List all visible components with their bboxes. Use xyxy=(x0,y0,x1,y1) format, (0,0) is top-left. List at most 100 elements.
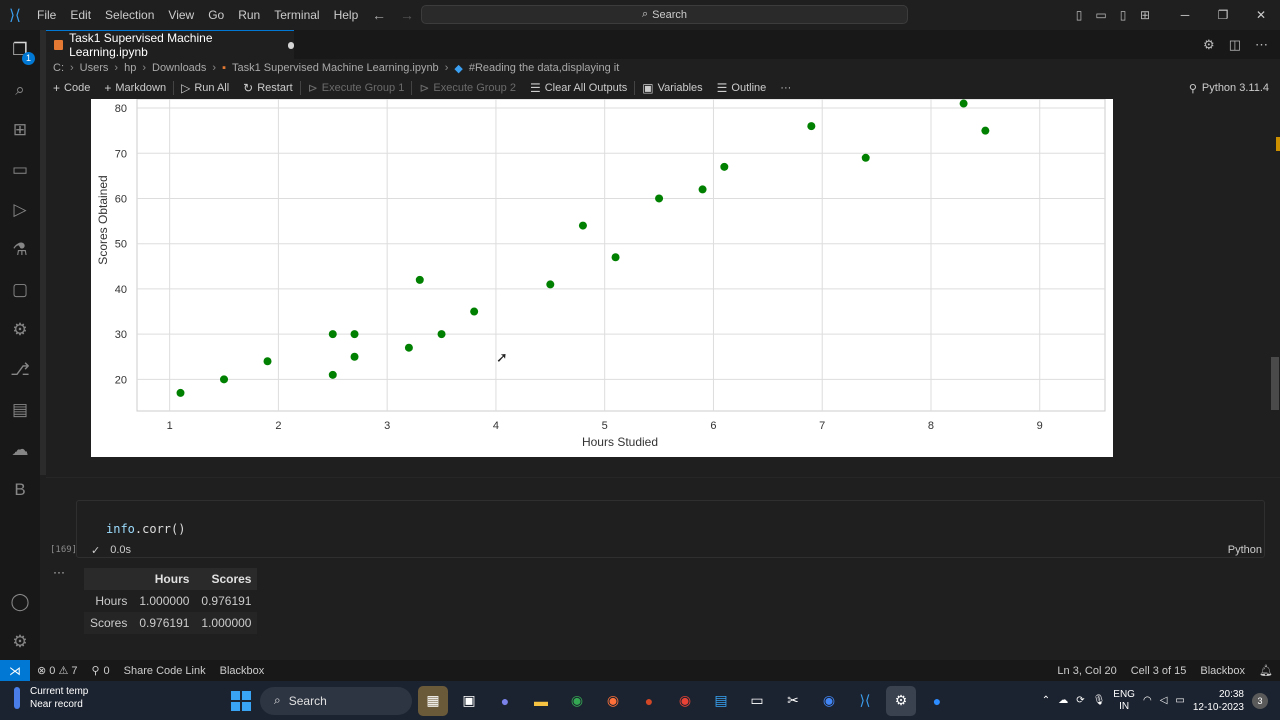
chat-icon[interactable]: ▢ xyxy=(0,274,40,306)
split-editor-icon[interactable]: ◫ xyxy=(1229,37,1241,53)
run-all-button[interactable]: ▷ Run All xyxy=(174,81,236,95)
powerpoint-icon[interactable]: ● xyxy=(634,686,664,716)
microphone-icon[interactable]: 🎙︎ xyxy=(1093,695,1106,706)
settings-app-icon[interactable]: ⚙ xyxy=(886,685,916,716)
data-point xyxy=(350,330,359,339)
system-clock[interactable]: 20:38 12-10-2023 xyxy=(1193,688,1244,714)
code-editor[interactable]: info.corr() xyxy=(106,522,185,536)
kernel-picker[interactable]: ⚲ Python 3.11.4 xyxy=(1189,78,1269,98)
windows-start-icon[interactable] xyxy=(228,688,254,714)
notepad-icon[interactable]: ▤ xyxy=(706,686,736,716)
customize-layout-icon[interactable]: ⊞ xyxy=(1134,8,1156,22)
weather-widget[interactable]: Current temp Near record xyxy=(14,685,88,711)
remote-indicator-icon[interactable]: ⋊ xyxy=(0,660,30,681)
testing-icon[interactable]: ⚗ xyxy=(0,234,40,266)
restore-icon[interactable]: ❐ xyxy=(1204,8,1242,22)
docker-icon[interactable]: ☁ xyxy=(0,434,40,466)
cell-language[interactable]: Python xyxy=(1228,544,1262,556)
toggle-panel-icon[interactable]: ▭ xyxy=(1090,8,1112,22)
variables-button[interactable]: ▣ Variables xyxy=(635,81,709,95)
menu-edit[interactable]: Edit xyxy=(63,0,98,30)
file-explorer-icon[interactable]: ▬ xyxy=(526,686,556,716)
toggle-secondary-sidebar-icon[interactable]: ▯ xyxy=(1112,8,1134,22)
menu-run[interactable]: Run xyxy=(231,0,267,30)
y-axis-label: Scores Obtained xyxy=(96,175,110,264)
run-debug-icon[interactable]: ▷ xyxy=(0,194,40,226)
account-icon[interactable]: ◯ xyxy=(0,586,40,618)
forward-arrow-icon[interactable]: → xyxy=(400,7,414,23)
teams-icon[interactable]: ● xyxy=(490,686,520,716)
notebook-file-icon xyxy=(54,40,64,50)
explorer-icon[interactable]: ❐ 1 xyxy=(0,34,40,66)
chrome-profile-icon[interactable]: ◉ xyxy=(670,686,700,716)
breadcrumb-hp[interactable]: hp xyxy=(124,62,136,74)
taskbar-search[interactable]: ⌕ Search xyxy=(260,686,412,715)
task-view-icon[interactable]: ▣ xyxy=(454,686,484,716)
tab-notebook[interactable]: Task1 Supervised Machine Learning.ipynb xyxy=(46,30,294,59)
breadcrumb-heading[interactable]: #Reading the data,displaying it xyxy=(469,62,619,74)
execute-group2-button[interactable]: ⊳ Execute Group 2 xyxy=(412,81,523,95)
add-markdown-button[interactable]: + Markdown xyxy=(97,81,173,95)
volume-icon[interactable]: ◁ xyxy=(1160,695,1168,706)
breadcrumb-drive[interactable]: C: xyxy=(53,62,64,74)
clear-all-outputs-button[interactable]: ☰ Clear All Outputs xyxy=(523,81,634,95)
notebook-icon[interactable]: ▤ xyxy=(0,394,40,426)
toggle-primary-sidebar-icon[interactable]: ▯ xyxy=(1068,8,1090,22)
minimize-icon[interactable]: ─ xyxy=(1166,8,1204,22)
snipping-tool-icon[interactable]: ✂ xyxy=(778,686,808,716)
blackbox-status[interactable]: Blackbox xyxy=(213,665,272,677)
jupyter-icon[interactable]: ⚙ xyxy=(0,314,40,346)
share-code-link[interactable]: Share Code Link xyxy=(117,665,213,677)
ports-status[interactable]: ⚲ 0 xyxy=(84,664,116,678)
table-corner xyxy=(84,568,133,590)
chrome-canary-icon[interactable]: ◉ xyxy=(814,686,844,716)
cell-position[interactable]: Cell 3 of 15 xyxy=(1124,665,1194,677)
menu-help[interactable]: Help xyxy=(327,0,366,30)
terminal-icon[interactable]: ▭ xyxy=(742,686,772,716)
input-language[interactable]: ENG IN xyxy=(1113,689,1135,713)
firefox-icon[interactable]: ◉ xyxy=(598,686,628,716)
output-more-icon[interactable]: ··· xyxy=(53,565,65,579)
back-arrow-icon[interactable]: ← xyxy=(372,7,386,23)
zoom-icon[interactable]: ● xyxy=(922,686,952,716)
sync-icon[interactable]: ⟳ xyxy=(1076,695,1084,706)
cursor-position[interactable]: Ln 3, Col 20 xyxy=(1050,665,1123,677)
breadcrumb-downloads[interactable]: Downloads xyxy=(152,62,206,74)
add-code-button[interactable]: + Code xyxy=(46,81,97,95)
outline-button[interactable]: ☰ Outline xyxy=(710,81,774,95)
menu-view[interactable]: View xyxy=(161,0,201,30)
code-cell[interactable] xyxy=(76,500,1265,558)
show-hidden-icons-icon[interactable]: ⌃ xyxy=(1042,695,1050,706)
extensions-icon[interactable]: ⊞ xyxy=(0,114,40,146)
unsaved-dot-icon[interactable] xyxy=(287,41,294,49)
editor-scrollbar[interactable] xyxy=(1271,357,1279,410)
notification-count-badge[interactable]: 3 xyxy=(1252,692,1268,709)
more-actions-icon[interactable]: ⋯ xyxy=(1255,37,1268,53)
execute-group1-button[interactable]: ⊳ Execute Group 1 xyxy=(301,81,412,95)
restart-button[interactable]: ↻ Restart xyxy=(236,81,300,95)
remote-explorer-icon[interactable]: ▭ xyxy=(0,154,40,186)
battery-icon[interactable]: ▭ xyxy=(1175,695,1184,706)
settings-gear-icon[interactable]: ⚙ xyxy=(0,626,40,658)
chrome-icon[interactable]: ◉ xyxy=(562,686,592,716)
search-view-icon[interactable]: ⌕ xyxy=(0,74,40,106)
command-center-search[interactable]: ⌕ Search xyxy=(421,5,908,24)
blackbox-icon[interactable]: B xyxy=(0,474,40,506)
close-window-icon[interactable]: ✕ xyxy=(1242,8,1280,22)
notebook-settings-icon[interactable]: ⚙ xyxy=(1203,37,1215,53)
menu-go[interactable]: Go xyxy=(201,0,231,30)
menu-file[interactable]: File xyxy=(30,0,63,30)
wifi-icon[interactable]: ◠ xyxy=(1143,695,1152,706)
problems-status[interactable]: ⊗ 0 ⚠ 7 xyxy=(30,664,84,677)
breadcrumb-users[interactable]: Users xyxy=(80,62,109,74)
widgets-app-icon[interactable]: ▦ xyxy=(418,685,448,716)
menu-selection[interactable]: Selection xyxy=(98,0,161,30)
notifications-bell-icon[interactable]: 🔔︎ xyxy=(1252,664,1280,677)
toolbar-more-button[interactable]: ··· xyxy=(773,82,798,94)
vscode-taskbar-icon[interactable]: ⟩⟨ xyxy=(850,686,880,716)
onedrive-icon[interactable]: ☁ xyxy=(1058,695,1068,706)
source-control-icon[interactable]: ⎇ xyxy=(0,354,40,386)
breadcrumb-file[interactable]: Task1 Supervised Machine Learning.ipynb xyxy=(232,62,439,74)
menu-terminal[interactable]: Terminal xyxy=(267,0,326,30)
blackbox-right-status[interactable]: Blackbox xyxy=(1193,665,1252,677)
